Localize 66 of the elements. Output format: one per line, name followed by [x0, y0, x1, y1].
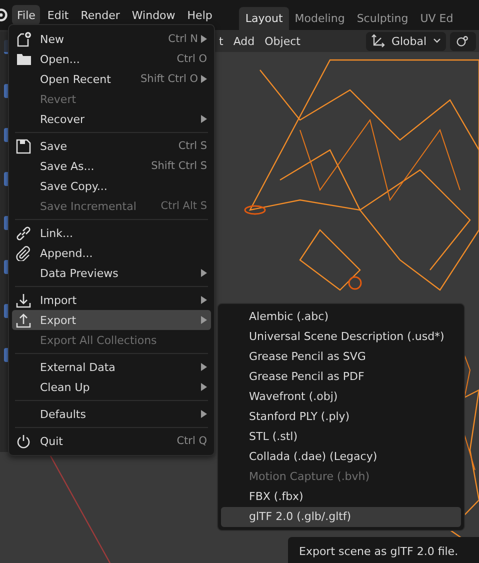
item-label: Recover [40, 112, 86, 126]
header-menu[interactable]: Add [233, 34, 255, 48]
menu-bar-item[interactable]: Help [182, 5, 218, 25]
item-label: New [40, 32, 65, 46]
item-label: Open Recent [40, 72, 112, 86]
shortcut-label: Ctrl Alt S [160, 200, 207, 212]
item-label: Quit [40, 434, 64, 448]
menu-item[interactable]: Alembic (.abc) [221, 307, 461, 327]
item-label: Open... [40, 52, 81, 66]
menu-item[interactable]: Recover [12, 109, 211, 129]
menu-item[interactable]: Save As... Shift Ctrl S [12, 156, 211, 176]
orientation-dropdown[interactable]: Global [366, 32, 446, 50]
menu-item[interactable]: Open Recent Shift Ctrl O [12, 69, 211, 89]
shortcut-label: Shift Ctrl S [151, 160, 207, 172]
menu-item[interactable]: Collada (.dae) (Legacy) [221, 447, 461, 467]
item-label: Defaults [40, 408, 87, 420]
menu-item[interactable]: glTF 2.0 (.glb/.gltf) [221, 507, 461, 527]
menu-bar-item[interactable]: Edit [42, 5, 74, 25]
item-label: Export [40, 314, 78, 326]
workspace-tab[interactable]: Modeling [288, 7, 351, 30]
item-label: External Data [40, 360, 116, 374]
menu-item[interactable]: Append... [12, 243, 211, 263]
shortcut-label: Ctrl N [168, 33, 198, 45]
menu-bar-item[interactable]: File [12, 5, 40, 25]
workspace-tab[interactable]: Layout [239, 7, 289, 30]
workspace-tab[interactable]: UV Ed [414, 7, 460, 30]
menu-item[interactable]: Clean Up [12, 377, 211, 397]
menu-item[interactable]: Grease Pencil as SVG [221, 347, 461, 367]
tooltip: Export scene as glTF 2.0 file. [288, 537, 479, 563]
menu-item[interactable]: Save Ctrl S [12, 136, 211, 156]
item-label: Save [40, 140, 68, 152]
menu-item[interactable]: Grease Pencil as PDF [221, 367, 461, 387]
item-label: Clean Up [40, 380, 91, 394]
shortcut-label: Ctrl S [178, 140, 207, 152]
menu-item[interactable]: Quit Ctrl Q [12, 431, 211, 451]
header-menu[interactable]: Object [264, 34, 300, 48]
item-label: Revert [40, 92, 78, 106]
menu-item[interactable]: Defaults [12, 404, 211, 424]
menu-item[interactable]: Import [12, 290, 211, 310]
workspace-tab[interactable]: Sculpting [350, 7, 414, 30]
menu-item[interactable]: New Ctrl N [12, 29, 211, 49]
item-label: Save Incremental [40, 200, 138, 212]
menu-item[interactable]: Save Copy... [12, 176, 211, 196]
menu-bar-item[interactable]: Window [126, 5, 180, 25]
menu-item[interactable]: Data Previews [12, 263, 211, 283]
item-label: Data Previews [40, 266, 120, 280]
menu-item[interactable]: Open... Ctrl O [12, 49, 211, 69]
header-menu[interactable]: t [219, 34, 224, 48]
item-label: Import [40, 294, 78, 306]
menu-item[interactable]: Link... [12, 223, 211, 243]
shortcut-label: Ctrl Q [176, 435, 207, 447]
item-label: Save As... [40, 160, 96, 172]
menu-item[interactable]: Export [12, 310, 211, 330]
item-label: Export All Collections [40, 334, 158, 346]
menu-item[interactable]: Universal Scene Description (.usd*) [221, 327, 461, 347]
shortcut-label: Ctrl O [176, 53, 207, 65]
item-label: Append... [40, 246, 94, 260]
menu-item[interactable]: External Data [12, 357, 211, 377]
menu-bar-item[interactable]: Render [76, 5, 125, 25]
item-label: Save Copy... [40, 180, 108, 192]
menu-item[interactable]: Wavefront (.obj) [221, 387, 461, 407]
shortcut-label: Shift Ctrl O [140, 73, 198, 85]
menu-item[interactable]: FBX (.fbx) [221, 487, 461, 507]
menu-item[interactable]: Stanford PLY (.ply) [221, 407, 461, 427]
item-label: Link... [40, 226, 74, 240]
menu-item[interactable]: STL (.stl) [221, 427, 461, 447]
